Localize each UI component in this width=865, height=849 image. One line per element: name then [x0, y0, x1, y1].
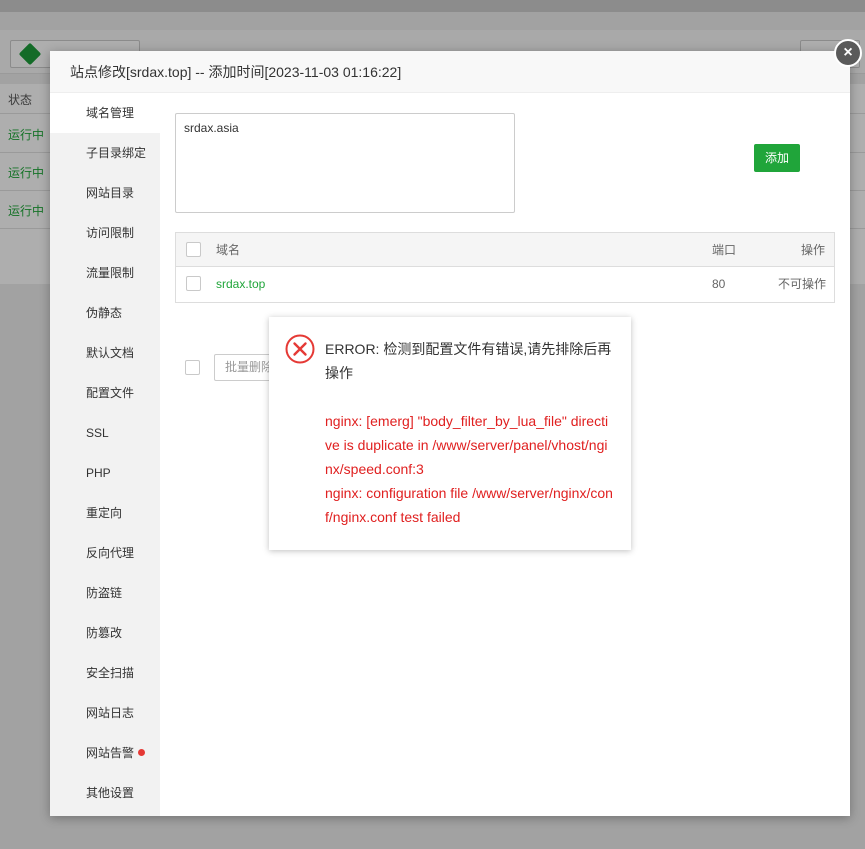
error-details: nginx: [emerg] "body_filter_by_lua_file"…	[325, 409, 615, 529]
sidebar-item-domain-management[interactable]: 域名管理	[50, 93, 160, 133]
sidebar-item-default-document[interactable]: 默认文档	[50, 333, 160, 373]
sidebar-item-security-scan[interactable]: 安全扫描	[50, 653, 160, 693]
sidebar-item-label: 安全扫描	[86, 666, 135, 680]
sidebar-item-reverse-proxy[interactable]: 反向代理	[50, 533, 160, 573]
sidebar-item-label: 其他设置	[86, 786, 135, 800]
sidebar-item-label: 防篡改	[86, 626, 123, 640]
error-dialog: ERROR: 检测到配置文件有错误,请先排除后再操作 nginx: [emerg…	[269, 317, 631, 550]
error-circle-icon	[285, 334, 315, 364]
alert-badge-dot	[138, 749, 146, 757]
error-detail-line: nginx: [emerg] "body_filter_by_lua_file"…	[325, 413, 609, 477]
row-checkbox[interactable]	[186, 276, 201, 291]
sidebar-item-php[interactable]: PHP	[50, 453, 160, 493]
sidebar-item-label: 网站目录	[86, 186, 135, 200]
sidebar-item-site-alerts[interactable]: 网站告警	[50, 733, 160, 773]
sidebar-item-access-limit[interactable]: 访问限制	[50, 213, 160, 253]
sidebar-item-label: 配置文件	[86, 386, 135, 400]
sidebar-item-subdirectory-binding[interactable]: 子目录绑定	[50, 133, 160, 173]
close-icon[interactable]: ×	[834, 39, 862, 67]
domain-port: 80	[712, 277, 726, 291]
sidebar-item-hotlink-protection[interactable]: 防盗链	[50, 573, 160, 613]
domain-table-header: 域名 端口 操作	[176, 233, 834, 267]
column-header-port: 端口	[712, 243, 737, 257]
sidebar-item-rewrite[interactable]: 伪静态	[50, 293, 160, 333]
domain-table: 域名 端口 操作 srdax.top 80 不可操作	[175, 232, 835, 303]
table-row: srdax.top 80 不可操作	[176, 267, 834, 302]
sidebar-item-label: 流量限制	[86, 266, 135, 280]
sidebar-item-label: 网站日志	[86, 706, 135, 720]
sidebar-item-other-settings[interactable]: 其他设置	[50, 773, 160, 813]
sidebar-item-label: 防盗链	[86, 586, 123, 600]
sidebar-item-label: 域名管理	[86, 106, 135, 120]
sidebar-item-site-logs[interactable]: 网站日志	[50, 693, 160, 733]
modal-title: 站点修改[srdax.top] -- 添加时间[2023-11-03 01:16…	[50, 51, 850, 93]
sidebar-item-label: 访问限制	[86, 226, 135, 240]
settings-sidebar: 域名管理 子目录绑定 网站目录 访问限制 流量限制 伪静态 默认文档 配置文件 …	[50, 93, 160, 816]
domain-textarea[interactable]: srdax.asia	[175, 113, 515, 213]
error-message: ERROR: 检测到配置文件有错误,请先排除后再操作	[325, 341, 612, 381]
sidebar-item-traffic-limit[interactable]: 流量限制	[50, 253, 160, 293]
batch-select-checkbox[interactable]	[185, 360, 200, 375]
sidebar-item-label: 重定向	[86, 506, 123, 520]
domain-link[interactable]: srdax.top	[216, 277, 265, 291]
column-header-action: 操作	[801, 243, 826, 257]
sidebar-item-label: 伪静态	[86, 306, 123, 320]
sidebar-item-label: 子目录绑定	[86, 146, 147, 160]
sidebar-item-label: 默认文档	[86, 346, 135, 360]
sidebar-item-tamper-protection[interactable]: 防篡改	[50, 613, 160, 653]
select-all-checkbox[interactable]	[186, 242, 201, 257]
column-header-domain: 域名	[216, 243, 241, 257]
sidebar-item-config-file[interactable]: 配置文件	[50, 373, 160, 413]
sidebar-item-site-directory[interactable]: 网站目录	[50, 173, 160, 213]
sidebar-item-redirect[interactable]: 重定向	[50, 493, 160, 533]
sidebar-item-ssl[interactable]: SSL	[50, 413, 160, 453]
add-domain-button[interactable]: 添加	[754, 144, 800, 172]
sidebar-item-label: SSL	[86, 426, 109, 440]
sidebar-item-label: 网站告警	[86, 746, 135, 760]
sidebar-item-label: 反向代理	[86, 546, 135, 560]
error-detail-line: nginx: configuration file /www/server/ng…	[325, 485, 613, 525]
sidebar-item-label: PHP	[86, 466, 111, 480]
domain-action-status: 不可操作	[778, 277, 827, 291]
